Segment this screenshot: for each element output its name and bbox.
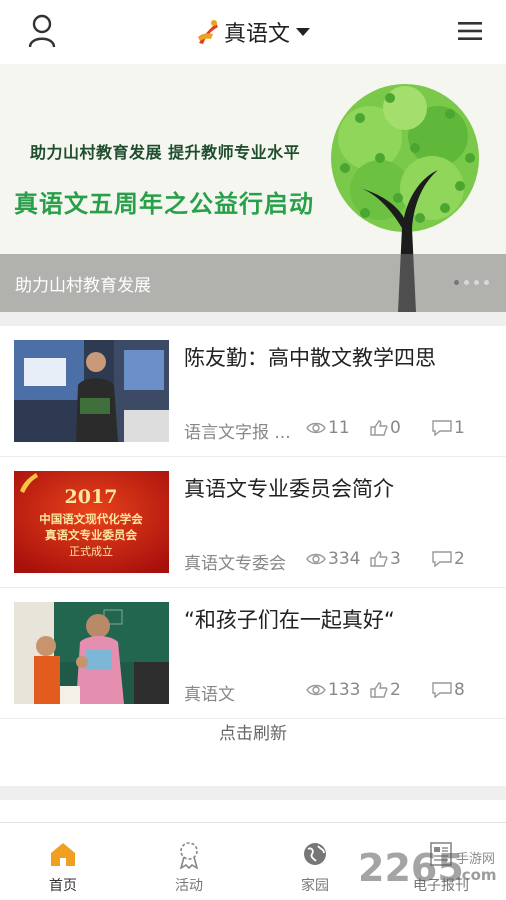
like-count[interactable]: 2 [370,680,401,700]
article-meta: 真语文 133 2 8 [184,680,494,705]
article-feed: 陈友勤：高中散文教学四思 语言文字报 ... 11 0 1 2017 中国语文现… [0,326,506,786]
tab-home[interactable]: 首页 [0,823,126,900]
eye-icon [306,422,326,434]
comment-icon [432,551,452,567]
carousel-dot[interactable] [454,280,459,285]
thumb-line-2: 真语文专业委员会 [45,528,137,542]
watermark-domain: .com [456,866,497,884]
app-title-dropdown[interactable]: 真语文 [196,16,311,48]
banner-headline: 真语文五周年之公益行启动 [14,190,314,218]
top-app-bar: 真语文 [0,0,506,64]
comment-count-value: 8 [454,680,465,700]
watermark-number: 2265 [358,846,464,890]
article-title: “和孩子们在一起真好“ [184,608,395,632]
thumbs-up-icon [370,551,388,567]
next-section-strip [0,800,506,822]
view-count: 334 [306,549,360,569]
like-count[interactable]: 3 [370,549,401,569]
comment-count[interactable]: 1 [432,418,465,438]
banner-subtitle: 助力山村教育发展 提升教师专业水平 [30,143,301,162]
article-thumbnail [14,340,169,442]
article-source: 语言文字报 ... [184,423,291,443]
comment-count[interactable]: 8 [432,680,465,700]
like-count-value: 2 [390,680,401,700]
comment-count-value: 1 [454,418,465,438]
caret-down-icon [296,28,311,36]
article-item[interactable]: 2017 中国语文现代化学会 真语文专业委员会 正式成立 真语文专业委员会简介 … [0,457,506,588]
carousel-dot[interactable] [484,280,489,285]
banner-caption-bar: 助力山村教育发展 [0,254,506,312]
eye-icon [306,684,326,696]
article-item[interactable]: 陈友勤：高中散文教学四思 语言文字报 ... 11 0 1 [0,326,506,457]
site-watermark: 2265 手游网 .com [358,842,506,892]
thumbs-up-icon [370,682,388,698]
view-count-value: 11 [328,418,350,438]
refresh-button[interactable]: 点击刷新 [0,719,506,744]
thumb-line-3: 正式成立 [69,544,113,558]
article-thumbnail: 2017 中国语文现代化学会 真语文专业委员会 正式成立 [14,471,169,573]
comment-count-value: 2 [454,549,465,569]
logo-icon [198,20,218,44]
like-count-value: 0 [390,418,401,438]
carousel-dot[interactable] [464,280,469,285]
award-ribbon-icon [179,842,199,869]
comment-icon [432,682,452,698]
app-title: 真语文 [224,22,291,47]
globe-icon [304,843,326,865]
carousel-indicator [454,280,489,285]
tab-label: 活动 [175,878,203,894]
article-source: 真语文专委会 [184,554,286,574]
view-count-value: 133 [328,680,361,700]
like-count-value: 3 [390,549,401,569]
article-meta: 语言文字报 ... 11 0 1 [184,418,494,443]
watermark-site: 手游网 [456,852,496,867]
like-count[interactable]: 0 [370,418,401,438]
article-thumbnail [14,602,169,704]
tab-activity[interactable]: 活动 [126,823,252,900]
tab-label: 首页 [49,878,77,894]
banner-caption: 助力山村教育发展 [15,276,151,296]
hamburger-menu-icon[interactable] [458,21,482,41]
comment-count[interactable]: 2 [432,549,465,569]
view-count-value: 334 [328,549,361,569]
article-meta: 真语文专委会 334 3 2 [184,549,494,574]
view-count: 133 [306,680,360,700]
article-title: 陈友勤：高中散文教学四思 [184,346,436,370]
article-source: 真语文 [184,685,235,705]
banner-carousel[interactable]: 助力山村教育发展 提升教师专业水平 真语文五周年之公益行启动 助力山村教育发展 [0,64,506,312]
home-icon [51,843,75,866]
view-count: 11 [306,418,350,438]
article-item[interactable]: “和孩子们在一起真好“ 真语文 133 2 8 [0,588,506,719]
comment-icon [432,420,452,436]
thumb-year: 2017 [65,486,118,508]
carousel-dot[interactable] [474,280,479,285]
article-title: 真语文专业委员会简介 [184,477,394,501]
thumb-line-1: 中国语文现代化学会 [39,512,143,526]
eye-icon [306,553,326,565]
thumbs-up-icon [370,420,388,436]
user-icon[interactable] [27,14,57,48]
